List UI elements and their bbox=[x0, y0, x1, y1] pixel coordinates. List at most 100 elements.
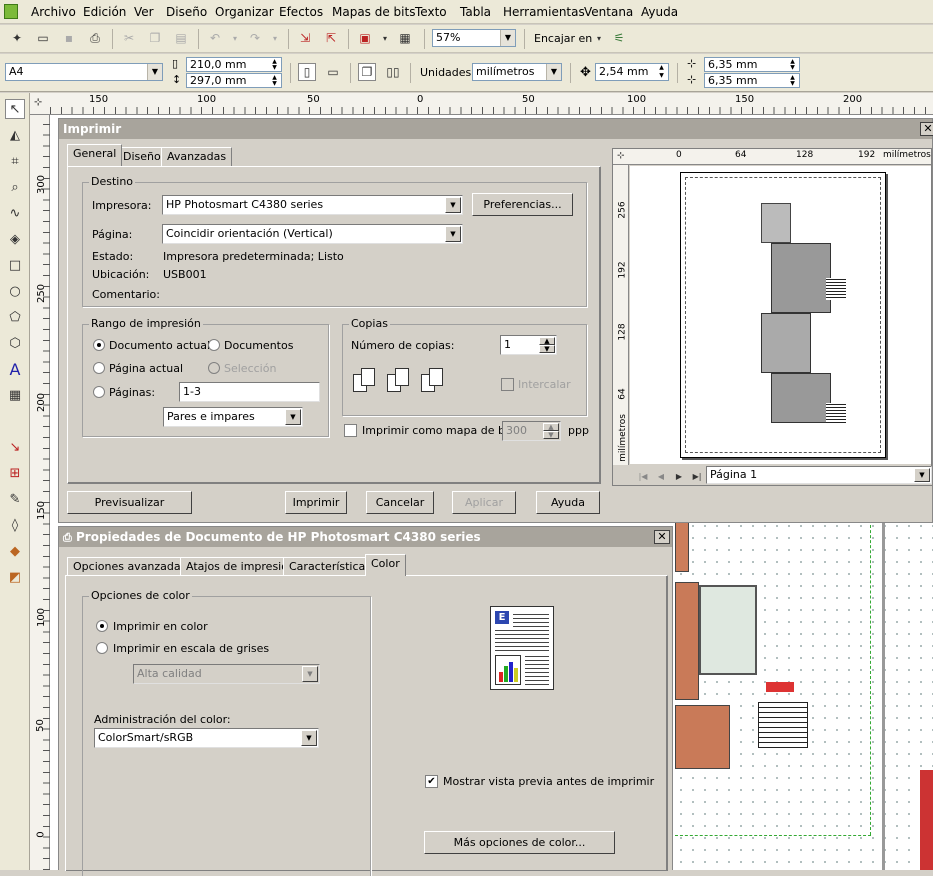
freehand-tool-icon[interactable]: ∿ bbox=[5, 203, 25, 223]
menu-ver[interactable]: Ver bbox=[134, 5, 154, 19]
menu-organizar[interactable]: Organizar bbox=[215, 5, 274, 19]
snap-dropdown-icon[interactable]: ▾ bbox=[590, 29, 608, 47]
current-document-label[interactable]: Documento actual bbox=[109, 339, 210, 352]
nudge-distance-input[interactable]: 2,54 mm ▲ ▼ bbox=[595, 63, 669, 81]
spin-up-icon[interactable]: ▲ bbox=[655, 64, 668, 72]
collate-checkbox[interactable] bbox=[501, 378, 514, 391]
dimension-tool-icon[interactable]: ↘ bbox=[5, 437, 25, 457]
crop-tool-icon[interactable]: ⌗ bbox=[5, 151, 25, 171]
apply-button[interactable]: Aplicar bbox=[452, 491, 516, 514]
launcher-dropdown-icon[interactable]: ▾ bbox=[376, 29, 394, 47]
zoom-level-select[interactable]: 57% ▼ bbox=[432, 29, 516, 47]
tab-features[interactable]: Características bbox=[283, 557, 378, 576]
paste-icon[interactable]: ▤ bbox=[172, 29, 190, 47]
basic-shapes-icon[interactable]: ⬡ bbox=[5, 333, 25, 353]
print-grayscale-label[interactable]: Imprimir en escala de grises bbox=[113, 642, 269, 655]
ellipse-tool-icon[interactable]: ○ bbox=[5, 281, 25, 301]
print-grayscale-radio[interactable] bbox=[96, 642, 108, 654]
preview-button[interactable]: Previsualizar bbox=[67, 491, 192, 514]
print-in-color-radio[interactable] bbox=[96, 620, 108, 632]
redo-icon[interactable]: ↷ bbox=[246, 29, 264, 47]
more-color-options-button[interactable]: Más opciones de color... bbox=[424, 831, 615, 854]
first-page-icon[interactable]: |◀ bbox=[634, 467, 652, 485]
tab-general[interactable]: General bbox=[67, 144, 123, 166]
menu-tabla[interactable]: Tabla bbox=[460, 5, 491, 19]
snap-to-label[interactable]: Encajar en bbox=[534, 32, 592, 45]
options-icon[interactable]: ⚟ bbox=[610, 29, 628, 47]
selection-radio[interactable] bbox=[208, 362, 220, 374]
undo-icon[interactable]: ↶ bbox=[206, 29, 224, 47]
tab-color[interactable]: Color bbox=[365, 554, 406, 576]
export-icon[interactable]: ⇱ bbox=[322, 29, 340, 47]
preview-area[interactable] bbox=[630, 166, 931, 464]
vertical-ruler[interactable]: 300 250 200 150 100 50 0 bbox=[30, 115, 50, 870]
import-icon[interactable]: ⇲ bbox=[296, 29, 314, 47]
current-page-label[interactable]: Página actual bbox=[109, 362, 183, 375]
spin-down-icon[interactable]: ▼ bbox=[543, 431, 559, 439]
save-icon[interactable]: ▪ bbox=[60, 29, 78, 47]
print-button[interactable]: Imprimir bbox=[285, 491, 347, 514]
page-select[interactable]: Página 1 ▼ bbox=[706, 466, 932, 484]
next-page-icon[interactable]: ▶ bbox=[670, 467, 688, 485]
page-parity-select[interactable]: Pares e impares ▼ bbox=[163, 407, 303, 427]
menu-texto[interactable]: Texto bbox=[415, 5, 447, 19]
help-button[interactable]: Ayuda bbox=[536, 491, 600, 514]
copy-icon[interactable]: ❐ bbox=[146, 29, 164, 47]
tab-avanzadas[interactable]: Avanzadas bbox=[161, 147, 233, 166]
pick-tool-icon[interactable]: ↖ bbox=[5, 99, 25, 119]
fill-tool-icon[interactable]: ◆ bbox=[5, 541, 25, 561]
menu-edicion[interactable]: Edición bbox=[83, 5, 126, 19]
spin-up-icon[interactable]: ▲ bbox=[539, 337, 555, 345]
print-as-bitmap-label[interactable]: Imprimir como mapa de bits: bbox=[362, 424, 522, 437]
pages-label[interactable]: Páginas: bbox=[109, 386, 155, 399]
pages-radio[interactable] bbox=[93, 386, 105, 398]
table-tool-icon[interactable]: ▦ bbox=[5, 385, 25, 405]
horizontal-ruler[interactable]: ⊹ 150 100 50 0 50 100 150 200 bbox=[30, 93, 933, 115]
print-icon[interactable]: ⎙ bbox=[86, 29, 104, 47]
close-icon[interactable]: ✕ bbox=[654, 530, 670, 544]
preferences-button[interactable]: Preferencias... bbox=[472, 193, 573, 216]
redo-dropdown-icon[interactable]: ▾ bbox=[266, 29, 284, 47]
paper-type-select[interactable]: A4 ▼ bbox=[5, 63, 163, 81]
pages-input[interactable]: 1-3 bbox=[179, 382, 320, 402]
application-launcher-icon[interactable]: ▣ bbox=[356, 29, 374, 47]
connector-tool-icon[interactable]: ⊞ bbox=[5, 463, 25, 483]
ruler-origin-icon[interactable]: ⊹ bbox=[34, 97, 42, 108]
print-in-color-label[interactable]: Imprimir en color bbox=[113, 620, 208, 633]
zoom-tool-icon[interactable]: ⌕ bbox=[5, 177, 25, 197]
tab-advanced-options[interactable]: Opciones avanzadas bbox=[67, 557, 193, 576]
page-width-input[interactable]: 210,0 mm ▲ ▼ bbox=[186, 57, 282, 72]
spin-down-icon[interactable]: ▼ bbox=[786, 80, 799, 88]
printer-select[interactable]: HP Photosmart C4380 series ▼ bbox=[162, 195, 463, 215]
welcome-screen-icon[interactable]: ▦ bbox=[396, 29, 414, 47]
menu-ventana[interactable]: Ventana bbox=[584, 5, 633, 19]
menu-archivo[interactable]: Archivo bbox=[31, 5, 76, 19]
previous-page-icon[interactable]: ◀ bbox=[652, 467, 670, 485]
coreldraw-app-icon[interactable] bbox=[4, 4, 18, 19]
rectangle-tool-icon[interactable]: □ bbox=[5, 255, 25, 275]
text-tool-icon[interactable]: A bbox=[5, 359, 25, 379]
page-orientation-select[interactable]: Coincidir orientación (Vertical) ▼ bbox=[162, 224, 463, 244]
menu-mapas-de-bits[interactable]: Mapas de bits bbox=[332, 5, 415, 19]
interactive-fill-icon[interactable]: ◩ bbox=[5, 567, 25, 587]
tab-diseno[interactable]: Diseño bbox=[117, 147, 167, 166]
portrait-icon[interactable]: ▯ bbox=[298, 63, 316, 81]
bitmap-dpi-input[interactable]: 300 ▲ ▼ bbox=[502, 421, 561, 441]
spin-up-icon[interactable]: ▲ bbox=[543, 423, 559, 431]
grayscale-quality-select[interactable]: Alta calidad ▼ bbox=[133, 664, 320, 684]
duplicate-x-input[interactable]: 6,35 mm ▲ ▼ bbox=[704, 57, 800, 72]
close-icon[interactable]: ✕ bbox=[920, 122, 933, 136]
new-icon[interactable]: ✦ bbox=[8, 29, 26, 47]
print-as-bitmap-checkbox[interactable] bbox=[344, 424, 357, 437]
units-select[interactable]: milímetros ▼ bbox=[472, 63, 562, 81]
show-preview-checkbox[interactable]: ✔ bbox=[425, 775, 438, 788]
spin-down-icon[interactable]: ▼ bbox=[268, 64, 281, 72]
menu-ayuda[interactable]: Ayuda bbox=[641, 5, 678, 19]
duplicate-y-input[interactable]: 6,35 mm ▲ ▼ bbox=[704, 73, 800, 88]
outline-tool-icon[interactable]: ◊ bbox=[5, 515, 25, 535]
cancel-button[interactable]: Cancelar bbox=[366, 491, 434, 514]
menu-diseno[interactable]: Diseño bbox=[166, 5, 207, 19]
eyedropper-icon[interactable]: ✎ bbox=[5, 489, 25, 509]
polygon-tool-icon[interactable]: ⬠ bbox=[5, 307, 25, 327]
menu-efectos[interactable]: Efectos bbox=[279, 5, 323, 19]
